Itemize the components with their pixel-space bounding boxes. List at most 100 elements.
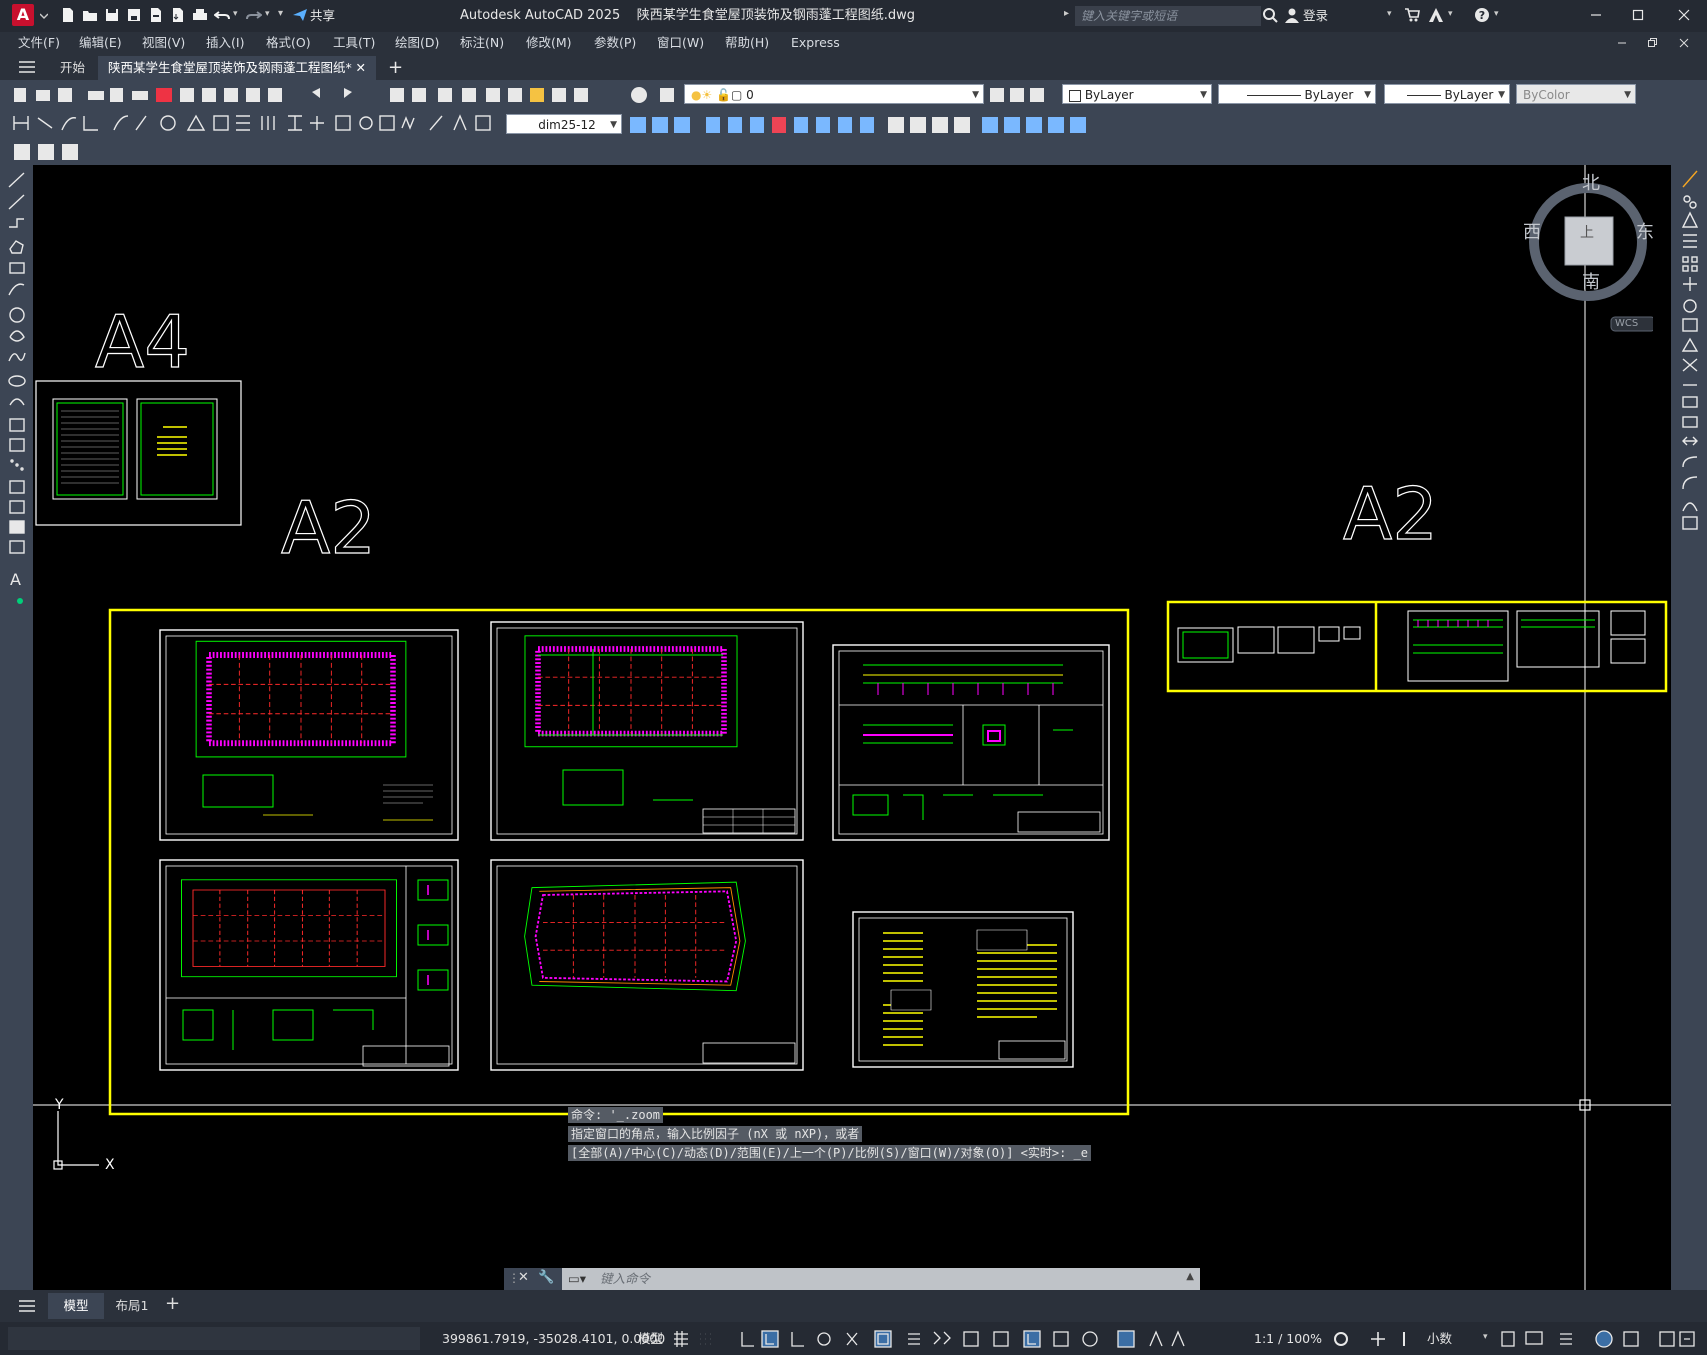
doc-minimize-icon[interactable] xyxy=(1616,37,1628,49)
dimension-tool-icons[interactable] xyxy=(0,110,500,138)
search-expand-icon[interactable]: ▸ xyxy=(1064,8,1069,19)
tab-active-drawing[interactable]: 陕西某学生食堂屋顶装饰及钢雨蓬工程图纸* ✕ xyxy=(98,56,376,80)
modify-palette-icons[interactable] xyxy=(1679,165,1701,575)
menu-parametric[interactable]: 参数(P) xyxy=(594,32,636,54)
undo-dropdown-icon[interactable]: ▾ xyxy=(233,9,238,19)
layer-tool-icons[interactable] xyxy=(988,86,1048,104)
lineweight-dropdown[interactable]: ByLayer ▼ xyxy=(1384,84,1510,104)
search-input[interactable]: 键入关键字或短语 xyxy=(1075,6,1261,26)
share-label[interactable]: 共享 xyxy=(310,0,335,32)
layout-tool-icons[interactable] xyxy=(12,142,84,162)
menu-view[interactable]: 视图(V) xyxy=(142,32,185,54)
menu-window[interactable]: 窗口(W) xyxy=(657,32,704,54)
save-web-icon[interactable] xyxy=(170,7,186,23)
tab-model[interactable]: 模型 xyxy=(48,1293,104,1319)
user-icon[interactable] xyxy=(1284,7,1300,23)
command-customize-icon[interactable]: 🔧 xyxy=(538,1270,554,1285)
menu-modify[interactable]: 修改(M) xyxy=(526,32,572,54)
command-prompt-icon[interactable]: ▭▾ xyxy=(568,1268,586,1290)
open-folder-icon[interactable] xyxy=(82,7,98,23)
login-label[interactable]: 登录 xyxy=(1303,0,1328,32)
wcs-label[interactable]: WCS xyxy=(1615,318,1638,329)
save-icon[interactable] xyxy=(104,7,120,23)
menu-tools[interactable]: 工具(T) xyxy=(333,32,375,54)
model-space-toggle[interactable]: 模型 xyxy=(638,1322,663,1355)
help-icon[interactable]: ? xyxy=(1474,7,1490,23)
a2-right-thumbnails xyxy=(1177,610,1646,682)
units-dropdown[interactable]: 小数 xyxy=(1427,1322,1452,1355)
undo-icon[interactable] xyxy=(214,7,230,23)
viewcube-west[interactable]: 西 xyxy=(1523,218,1541,244)
menu-draw[interactable]: 绘图(D) xyxy=(395,32,439,54)
command-history-line-2: 指定窗口的角点，输入比例因子 (nX 或 nXP)，或者 xyxy=(568,1126,863,1142)
autocad-logo-icon[interactable]: A xyxy=(12,4,34,26)
new-tab-button[interactable]: + xyxy=(378,56,413,80)
linetype-dropdown[interactable]: ByLayer ▼ xyxy=(1218,84,1376,104)
save-as-icon[interactable] xyxy=(126,7,142,23)
menu-help[interactable]: 帮助(H) xyxy=(725,32,769,54)
viewcube-north[interactable]: 北 xyxy=(1582,169,1600,195)
svg-text:A: A xyxy=(10,570,21,589)
open-web-icon[interactable] xyxy=(148,7,164,23)
doc-close-icon[interactable] xyxy=(1678,37,1690,49)
new-file-icon[interactable] xyxy=(60,7,76,23)
modify-tool-icons[interactable] xyxy=(626,114,1146,136)
close-icon[interactable] xyxy=(1676,7,1692,23)
coordinate-readout[interactable]: 399861.7919, -35028.4101, 0.0000 xyxy=(442,1322,665,1355)
drawing-canvas[interactable]: A4 A2 A2 Y X 北 南 东 西 上 WCS 命令: '_.zoom 指… xyxy=(33,165,1671,1290)
plotstyle-dropdown[interactable]: ByColor ▼ xyxy=(1516,84,1636,104)
app-dropdown-icon[interactable]: ▾ xyxy=(1448,9,1453,19)
layer-lock-icon: 🔓▢ xyxy=(716,88,743,102)
dimension-toolbar: dim25-12 ▼ xyxy=(0,110,1707,138)
menu-edit[interactable]: 编辑(E) xyxy=(79,32,122,54)
viewcube-east[interactable]: 东 xyxy=(1636,218,1654,244)
model-space-drawing[interactable]: A4 A2 A2 Y X xyxy=(33,165,1671,1290)
app-menu-chevron-icon[interactable] xyxy=(40,12,48,20)
menu-format[interactable]: 格式(O) xyxy=(266,32,311,54)
minimize-icon[interactable] xyxy=(1588,7,1604,23)
menu-file[interactable]: 文件(F) xyxy=(18,32,60,54)
workspace-icons[interactable] xyxy=(1332,1330,1412,1348)
tab-start[interactable]: 开始 xyxy=(50,56,95,80)
command-input[interactable]: ▭▾ 键入命令 ▲ xyxy=(562,1268,1200,1290)
hamburger-menu-icon[interactable] xyxy=(18,60,36,74)
customize-qat-icon[interactable]: ▾ xyxy=(278,8,283,19)
file-tab-bar: 开始 陕西某学生食堂屋顶装饰及钢雨蓬工程图纸* ✕ + xyxy=(0,54,1707,80)
tab-layout1[interactable]: 布局1 xyxy=(106,1293,158,1319)
dimstyle-dropdown[interactable]: dim25-12 ▼ xyxy=(506,114,622,134)
menu-dimension[interactable]: 标注(N) xyxy=(460,32,504,54)
add-layout-icon[interactable]: + xyxy=(165,1293,180,1314)
share-icon[interactable] xyxy=(292,7,308,23)
maximize-icon[interactable] xyxy=(1630,7,1646,23)
autodesk-app-icon[interactable] xyxy=(1428,7,1444,23)
annotation-scale[interactable]: 1:1 / 100% xyxy=(1254,1322,1322,1355)
doc-restore-icon[interactable] xyxy=(1646,37,1658,49)
command-close-icon[interactable]: ✕ xyxy=(518,1270,529,1285)
viewcube-south[interactable]: 南 xyxy=(1582,268,1600,294)
redo-icon[interactable] xyxy=(246,7,262,23)
tab-close-icon[interactable]: ✕ xyxy=(356,56,366,80)
status-right-icons[interactable] xyxy=(1500,1330,1700,1348)
redo-dropdown-icon[interactable]: ▾ xyxy=(265,9,270,19)
label-a2-right: A2 xyxy=(1343,472,1438,556)
units-dropdown-arrow-icon[interactable]: ▾ xyxy=(1483,1332,1488,1342)
search-icon[interactable] xyxy=(1262,7,1278,23)
window-title: Autodesk AutoCAD 2025 陕西某学生食堂屋顶装饰及钢雨蓬工程图… xyxy=(460,0,915,32)
help-dropdown-icon[interactable]: ▾ xyxy=(1494,9,1499,19)
standard-tool-icons[interactable] xyxy=(0,80,680,110)
command-history-toggle-icon[interactable]: ▲ xyxy=(1186,1266,1194,1288)
login-dropdown-icon[interactable]: ▾ xyxy=(1387,9,1392,19)
layer-dropdown[interactable]: ●☀ 🔓▢ 0 ▼ xyxy=(684,84,984,104)
menu-express[interactable]: Express xyxy=(791,32,840,54)
a2-main-frame xyxy=(108,608,1130,1116)
plot-icon[interactable] xyxy=(192,7,208,23)
drafting-mode-icons[interactable] xyxy=(672,1330,1232,1348)
command-bar-controls: ⋮ ✕ 🔧 xyxy=(504,1268,562,1290)
color-dropdown[interactable]: ByLayer ▼ xyxy=(1062,84,1212,104)
draw-tool-icons[interactable]: A xyxy=(6,165,28,615)
menu-insert[interactable]: 插入(I) xyxy=(206,32,244,54)
cart-icon[interactable] xyxy=(1404,7,1420,23)
layout-menu-icon[interactable] xyxy=(18,1299,36,1313)
layer-bulb-icon: ●☀ xyxy=(691,88,713,102)
menu-bar: 文件(F) 编辑(E) 视图(V) 插入(I) 格式(O) 工具(T) 绘图(D… xyxy=(0,32,1707,54)
